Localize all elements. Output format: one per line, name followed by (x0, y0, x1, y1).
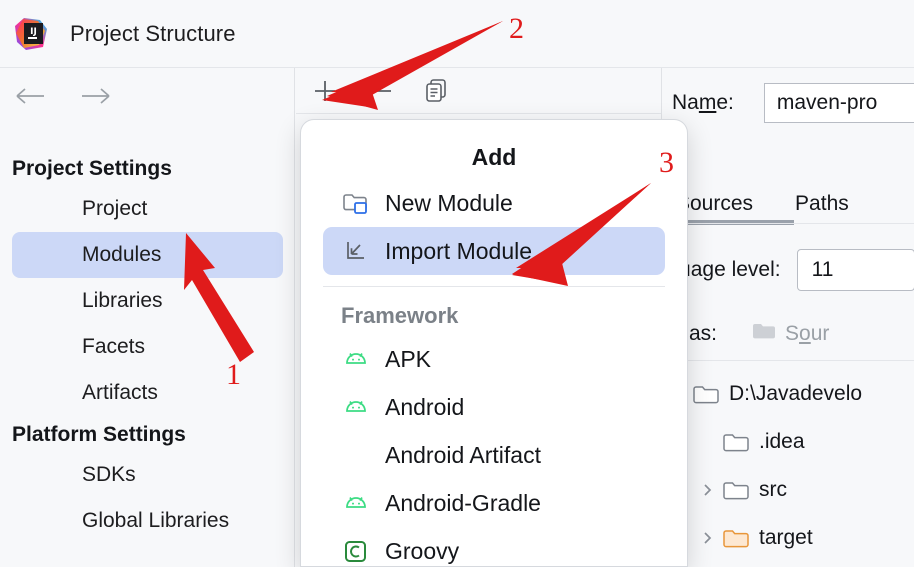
menu-item-import-module[interactable]: Import Module (323, 227, 665, 275)
android-icon (341, 494, 371, 512)
copy-icon[interactable] (420, 74, 454, 108)
content-root-tree: D:\Javadevelo .idea src target (662, 370, 914, 562)
sidebar-item-modules[interactable]: Modules (12, 232, 283, 278)
groovy-icon (341, 540, 371, 562)
folder-icon (692, 384, 720, 405)
menu-item-label: Groovy (385, 537, 460, 564)
tree-row[interactable]: .idea (662, 418, 914, 466)
menu-item-android-artifact[interactable]: Android Artifact (301, 431, 687, 479)
android-icon (341, 398, 371, 416)
chevron-right-icon[interactable] (692, 530, 722, 546)
add-popup-menu: Add New Module Import Module Framework A… (300, 119, 688, 567)
module-name-row: Name: maven-pro (662, 80, 914, 126)
sidebar-item-project[interactable]: Project (12, 186, 283, 232)
plus-icon[interactable] (308, 74, 342, 108)
menu-item-label: Android-Gradle (385, 489, 541, 516)
menu-item-groovy[interactable]: Groovy (301, 527, 687, 566)
modules-toolbar (296, 68, 661, 114)
menu-item-android-gradle[interactable]: Android-Gradle (301, 479, 687, 527)
menu-section-framework: Framework (341, 303, 459, 328)
sidebar-item-libraries[interactable]: Libraries (12, 278, 283, 324)
sidebar-item-artifacts[interactable]: Artifacts (12, 370, 283, 416)
language-level-dropdown[interactable]: 11 (796, 249, 914, 291)
menu-item-label: Android (385, 393, 465, 420)
menu-item-label: New Module (385, 189, 513, 216)
menu-item-label: Import Module (385, 237, 533, 264)
sidebar-item-sdks[interactable]: SDKs (12, 452, 283, 498)
module-name-input[interactable]: maven-pro (763, 83, 914, 123)
sidebar-group-platform-settings: Platform Settings (12, 423, 186, 446)
tree-item-label: target (759, 526, 813, 549)
android-icon (341, 350, 371, 368)
page-title: Project Structure (70, 20, 236, 46)
sidebar-item-facets[interactable]: Facets (12, 324, 283, 370)
mark-as-sources-label: Sour (785, 322, 830, 345)
sidebar-list: Project Settings Project Modules Librari… (0, 150, 295, 544)
svg-text:IJ: IJ (30, 27, 37, 37)
minus-icon[interactable] (364, 74, 398, 108)
app-root: IJ Project Structure Project Settings Pr… (0, 0, 914, 567)
new-folder-icon (341, 191, 371, 215)
settings-sidebar: Project Settings Project Modules Librari… (0, 68, 295, 567)
sidebar-group-project-settings: Project Settings (12, 157, 172, 180)
tree-row[interactable]: target (662, 514, 914, 562)
intellij-idea-logo-icon: IJ (14, 17, 48, 51)
tabs-divider (662, 223, 914, 224)
folder-icon (722, 432, 750, 453)
module-name-label: Name: (672, 91, 734, 114)
tree-row[interactable]: D:\Javadevelo (662, 370, 914, 418)
title-bar: IJ Project Structure (0, 0, 914, 68)
chevron-right-icon[interactable] (692, 482, 722, 498)
folder-icon (722, 480, 750, 501)
sidebar-item-global-libraries[interactable]: Global Libraries (12, 498, 283, 544)
arrow-right-icon[interactable] (78, 84, 112, 108)
folder-icon-orange (722, 528, 750, 549)
tree-item-label: src (759, 478, 787, 501)
menu-item-label: APK (385, 345, 432, 372)
tree-row[interactable]: src (662, 466, 914, 514)
mark-as-divider (662, 360, 914, 361)
tab-paths[interactable]: Paths (795, 192, 849, 216)
menu-item-apk[interactable]: APK (301, 335, 687, 383)
module-details-pane: Name: maven-pro Sources Paths anguage le… (644, 68, 914, 567)
menu-item-label: Android Artifact (385, 441, 541, 468)
arrow-left-icon[interactable] (14, 84, 48, 108)
mark-as-sources-button[interactable]: Sour (751, 321, 829, 347)
language-level-row: anguage level: 11 (644, 244, 914, 296)
menu-item-new-module[interactable]: New Module (323, 179, 665, 227)
menu-item-android[interactable]: Android (301, 383, 687, 431)
folder-icon (751, 321, 777, 347)
add-menu-title: Add (471, 144, 517, 170)
navigation-arrows (14, 84, 112, 108)
import-arrow-icon (341, 239, 371, 263)
tree-item-label: D:\Javadevelo (729, 382, 863, 405)
tree-item-label: .idea (759, 430, 805, 453)
mark-as-row: ark as: Sour (654, 308, 914, 360)
